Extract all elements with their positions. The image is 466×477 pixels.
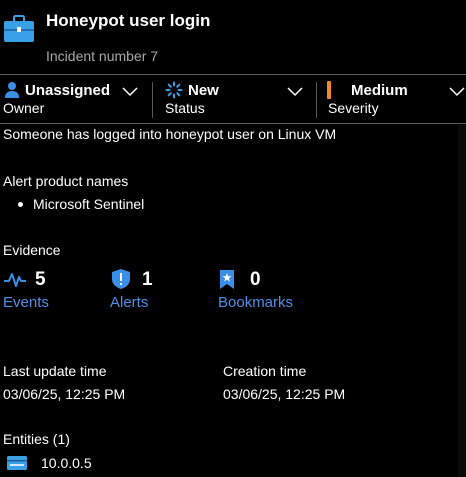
events-link[interactable]: Events (3, 294, 49, 311)
creation-time-label: Creation time (223, 363, 307, 379)
status-dropdown[interactable]: New Status (160, 76, 310, 122)
last-update-value: 03/06/25, 12:25 PM (3, 386, 126, 402)
entities-heading: Entities (1) (3, 431, 70, 447)
severity-indicator (327, 81, 331, 99)
bookmarks-evidence[interactable]: 0 Bookmarks (218, 268, 328, 314)
field-divider (152, 82, 153, 118)
server-icon (6, 455, 28, 476)
pulse-icon (3, 271, 27, 294)
bullet (18, 202, 23, 207)
creation-time-value: 03/06/25, 12:25 PM (223, 386, 346, 402)
entity-item[interactable]: 10.0.0.5 (6, 452, 146, 474)
bookmark-icon (218, 269, 236, 296)
severity-dropdown[interactable]: Medium Severity (322, 76, 466, 122)
severity-value: Medium (351, 82, 408, 99)
list-item: Microsoft Sentinel (18, 196, 144, 212)
entity-label: 10.0.0.5 (41, 455, 92, 471)
status-value: New (188, 82, 219, 99)
scrollbar[interactable] (458, 125, 466, 477)
owner-value: Unassigned (25, 82, 111, 99)
chevron-down-icon (448, 85, 466, 97)
bookmarks-link[interactable]: Bookmarks (218, 294, 293, 311)
events-count: 5 (35, 269, 46, 290)
owner-dropdown[interactable]: Unassigned Owner (0, 76, 150, 122)
events-evidence[interactable]: 5 Events (3, 268, 93, 314)
alerts-evidence[interactable]: 1 Alerts (110, 268, 200, 314)
alerts-link[interactable]: Alerts (110, 294, 148, 311)
fields-divider (0, 123, 466, 124)
last-update-label: Last update time (3, 363, 107, 379)
incident-number: Incident number 7 (46, 48, 159, 64)
severity-label: Severity (328, 100, 379, 116)
chevron-down-icon (121, 85, 139, 97)
briefcase-icon (3, 14, 35, 44)
status-label: Status (165, 100, 205, 116)
alert-products-heading: Alert product names (3, 173, 129, 189)
alert-product-name: Microsoft Sentinel (33, 196, 145, 212)
alerts-count: 1 (142, 269, 153, 290)
alert-products-list: Microsoft Sentinel (18, 196, 144, 212)
shield-alert-icon (110, 268, 132, 295)
field-divider (316, 82, 317, 118)
header-divider (0, 74, 466, 75)
incident-description: Someone has logged into honeypot user on… (3, 126, 337, 142)
bookmarks-count: 0 (250, 269, 261, 290)
chevron-down-icon (286, 85, 304, 97)
incident-title: Honeypot user login (46, 11, 211, 30)
evidence-heading: Evidence (3, 242, 61, 258)
owner-label: Owner (3, 100, 45, 116)
